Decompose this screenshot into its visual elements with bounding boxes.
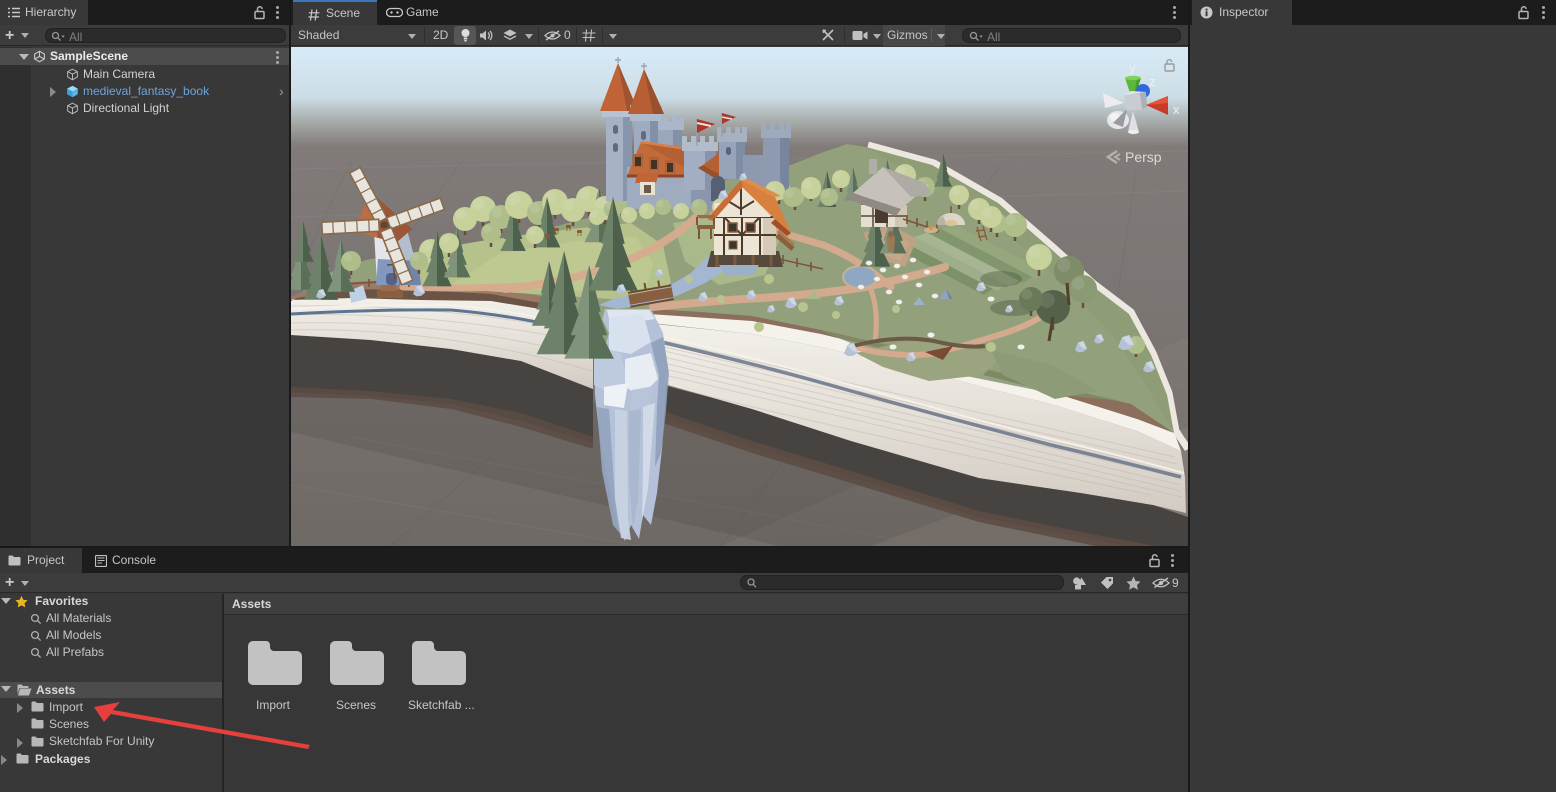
svg-text:x: x: [1173, 102, 1180, 117]
svg-text:z: z: [1149, 74, 1156, 89]
svg-text:y: y: [1129, 60, 1136, 75]
svg-text:Persp: Persp: [1125, 149, 1162, 165]
